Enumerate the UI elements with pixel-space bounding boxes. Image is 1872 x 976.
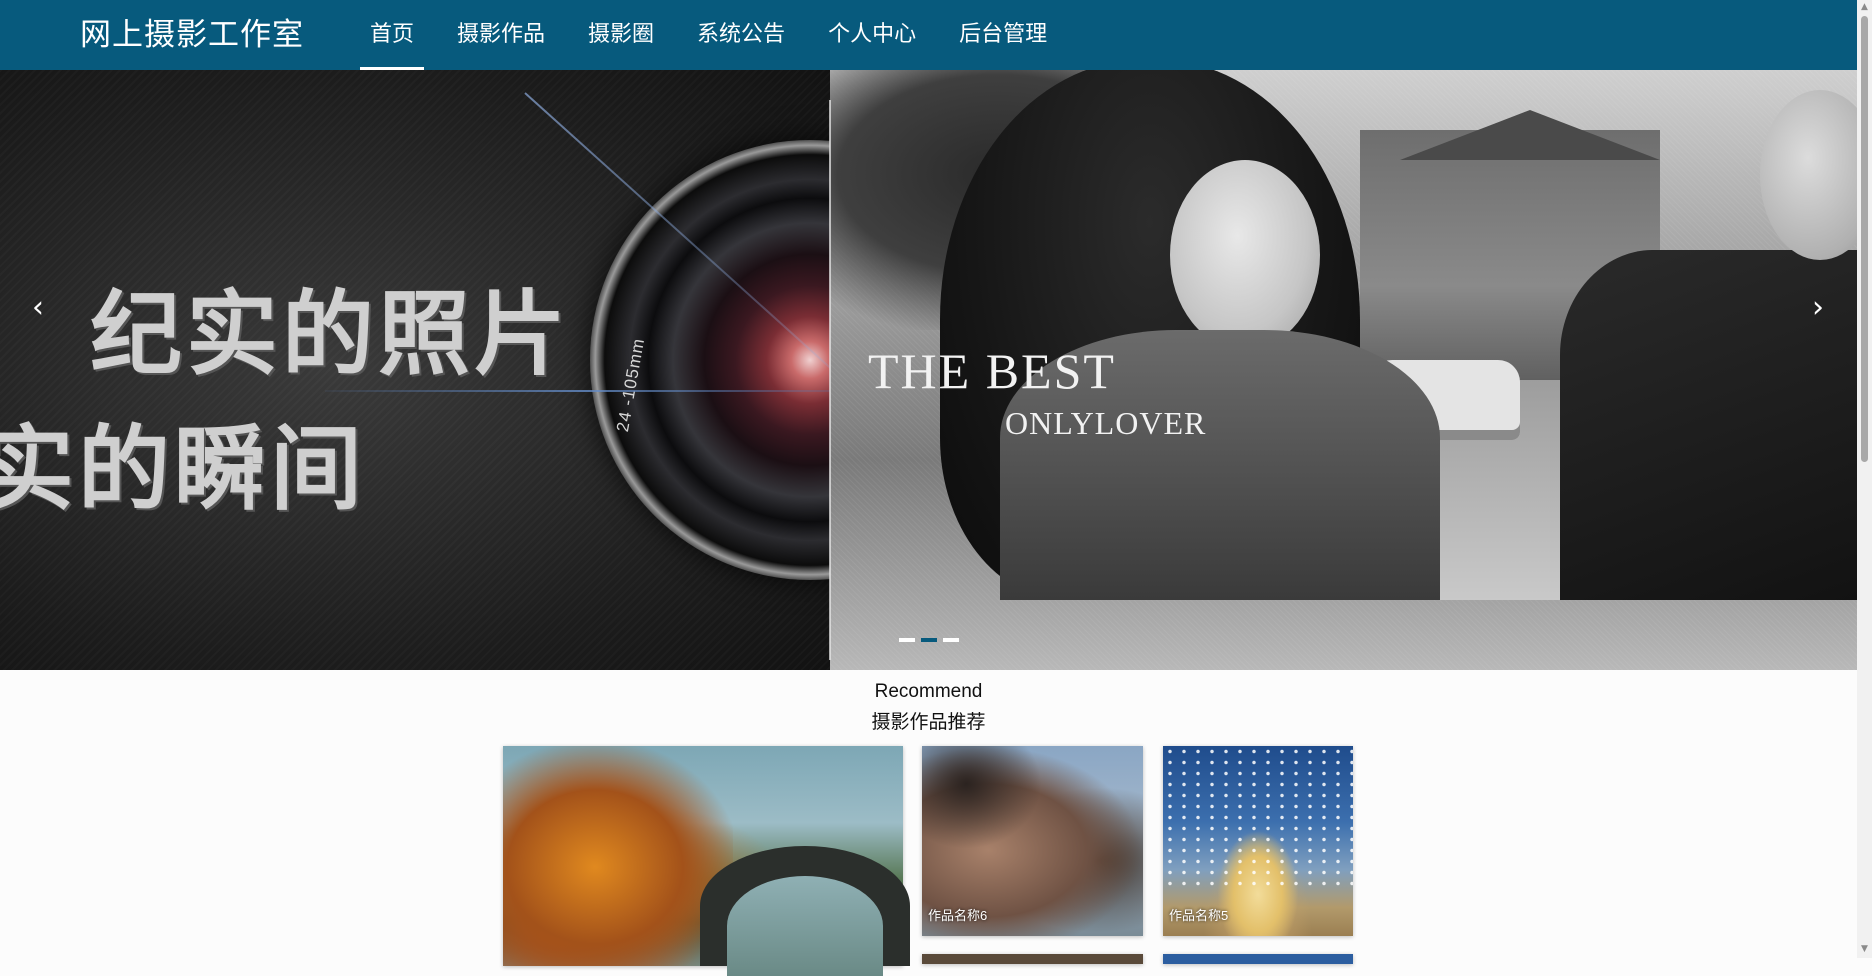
- scrollbar-thumb[interactable]: [1861, 16, 1868, 462]
- work-card-5[interactable]: 作品名称5: [1163, 746, 1353, 936]
- hero-carousel[interactable]: 24 -105mm 纪实的照片 实的瞬间 THE BEST ONLYLOVER …: [0, 70, 1857, 670]
- banner-text-cn-1: 纪实的照片: [90, 280, 571, 388]
- work-card-label: 作品名称6: [928, 908, 988, 923]
- nav-item-admin[interactable]: 后台管理: [949, 0, 1057, 70]
- carousel-dot-2[interactable]: [921, 638, 937, 642]
- card-birds: [1163, 746, 1353, 886]
- top-navbar: 网上摄影工作室 首页 摄影作品 摄影圈 系统公告 个人中心 后台管理: [0, 0, 1857, 70]
- carousel-dot-1[interactable]: [899, 638, 915, 642]
- photo-roof: [1400, 110, 1660, 160]
- work-card-next[interactable]: [922, 954, 1143, 964]
- nav-item-works[interactable]: 摄影作品: [447, 0, 555, 70]
- nav-item-profile[interactable]: 个人中心: [818, 0, 926, 70]
- work-card-6[interactable]: 作品名称6: [922, 746, 1143, 936]
- banner-divider: [829, 100, 831, 660]
- banner-text-en-2: ONLYLOVER: [1005, 405, 1207, 441]
- chevron-right-icon[interactable]: ›: [1800, 290, 1836, 326]
- nav-item-circle[interactable]: 摄影圈: [578, 0, 664, 70]
- section-title: Recommend: [874, 681, 983, 702]
- site-logo[interactable]: 网上摄影工作室: [80, 0, 304, 70]
- card-bridge-arch: [727, 876, 883, 976]
- photo-woman-face: [1170, 160, 1320, 350]
- main-nav: 首页 摄影作品 摄影圈 系统公告 个人中心 后台管理: [360, 0, 1080, 70]
- work-card-next[interactable]: [1163, 954, 1353, 964]
- carousel-indicators: [899, 638, 959, 642]
- card-foliage: [503, 746, 733, 966]
- banner-text-en-1: THE BEST: [868, 343, 1116, 399]
- carousel-dot-3[interactable]: [943, 638, 959, 642]
- scroll-down-arrow-icon[interactable]: ▼: [1859, 944, 1870, 954]
- nav-item-announcements[interactable]: 系统公告: [687, 0, 795, 70]
- nav-item-home[interactable]: 首页: [360, 0, 425, 70]
- section-subtitle: 摄影作品推荐: [871, 712, 986, 733]
- banner-text-cn-2: 实的瞬间: [0, 415, 367, 523]
- scroll-up-arrow-icon[interactable]: ▲: [1859, 2, 1870, 12]
- chevron-left-icon[interactable]: ‹: [20, 290, 56, 326]
- work-card-label: 作品名称5: [1169, 908, 1229, 923]
